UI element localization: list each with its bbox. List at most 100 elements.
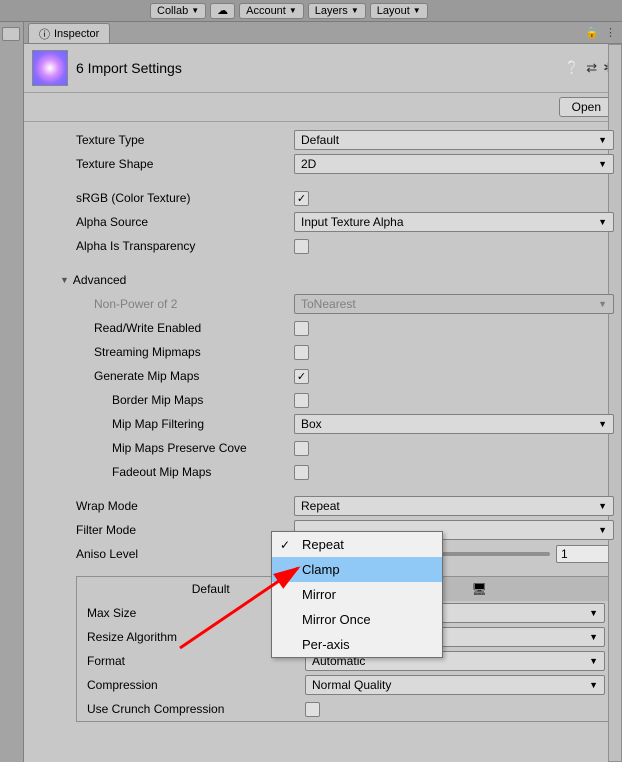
alpha-source-value: Input Texture Alpha <box>301 215 404 229</box>
account-button[interactable]: Account▼ <box>239 3 304 19</box>
preset-icon[interactable]: ⇄ <box>586 60 597 76</box>
account-label: Account <box>246 5 286 17</box>
tab-label: Inspector <box>54 28 99 40</box>
srgb-checkbox[interactable]: ✓ <box>294 191 309 206</box>
compression-select[interactable]: Normal Quality ▼ <box>305 675 605 695</box>
popup-item-label: Clamp <box>302 562 340 577</box>
readwrite-label: Read/Write Enabled <box>94 321 294 335</box>
toolbar: Collab▼ ☁ Account▼ Layers▼ Layout▼ <box>0 0 622 22</box>
alpha-trans-label: Alpha Is Transparency <box>76 239 294 253</box>
texture-shape-label: Texture Shape <box>76 157 294 171</box>
chevron-down-icon: ▼ <box>589 656 598 666</box>
popup-item-clamp[interactable]: Clamp <box>272 557 442 582</box>
layout-label: Layout <box>377 5 410 17</box>
cloud-icon: ☁ <box>217 4 228 17</box>
chevron-down-icon: ▼ <box>598 135 607 145</box>
advanced-foldout[interactable]: ▼ Advanced <box>24 268 622 292</box>
aniso-label: Aniso Level <box>76 547 294 561</box>
monitor-icon: 🖥 <box>472 582 487 596</box>
advanced-label: Advanced <box>73 273 126 287</box>
chevron-down-icon: ▼ <box>598 217 607 227</box>
streaming-checkbox[interactable] <box>294 345 309 360</box>
asset-header: 6 Import Settings ❔ ⇄ ✲ <box>24 44 622 93</box>
popup-item-per-axis[interactable]: Per-axis <box>272 632 442 657</box>
texture-shape-value: 2D <box>301 157 316 171</box>
chevron-down-icon: ▼ <box>598 419 607 429</box>
bordermip-label: Border Mip Maps <box>112 393 294 407</box>
compression-value: Normal Quality <box>312 678 391 692</box>
popup-item-label: Repeat <box>302 537 344 552</box>
wrap-value: Repeat <box>301 499 340 513</box>
fadeout-label: Fadeout Mip Maps <box>112 465 294 479</box>
tab-inspector[interactable]: ⓘ Inspector <box>28 23 110 43</box>
compression-label: Compression <box>87 678 305 692</box>
texture-type-select[interactable]: Default ▼ <box>294 130 614 150</box>
aniso-input[interactable]: 1 <box>556 545 614 563</box>
chevron-down-icon: ▼ <box>589 632 598 642</box>
readwrite-checkbox[interactable] <box>294 321 309 336</box>
mipfilter-label: Mip Map Filtering <box>112 417 294 431</box>
collab-button[interactable]: Collab▼ <box>150 3 206 19</box>
popup-item-label: Mirror Once <box>302 612 371 627</box>
npot-value: ToNearest <box>301 297 356 311</box>
chevron-down-icon: ▼ <box>598 159 607 169</box>
chevron-down-icon: ▼ <box>598 525 607 535</box>
alpha-trans-checkbox[interactable] <box>294 239 309 254</box>
genmip-label: Generate Mip Maps <box>94 369 294 383</box>
texture-type-value: Default <box>301 133 339 147</box>
crunch-label: Use Crunch Compression <box>87 702 305 716</box>
popup-item-mirror-once[interactable]: Mirror Once <box>272 607 442 632</box>
chevron-down-icon: ▼ <box>598 501 607 511</box>
help-icon[interactable]: ❔ <box>564 60 580 76</box>
gutter-widget[interactable] <box>2 27 20 41</box>
genmip-checkbox[interactable]: ✓ <box>294 369 309 384</box>
fadeout-checkbox[interactable] <box>294 465 309 480</box>
lock-icon[interactable]: 🔒 <box>585 26 599 39</box>
chevron-down-icon: ▼ <box>289 6 297 15</box>
wrap-select[interactable]: Repeat ▼ <box>294 496 614 516</box>
open-button[interactable]: Open <box>559 97 614 117</box>
left-gutter <box>0 22 24 762</box>
popup-item-mirror[interactable]: Mirror <box>272 582 442 607</box>
popup-item-repeat[interactable]: ✓ Repeat <box>272 532 442 557</box>
alpha-source-select[interactable]: Input Texture Alpha ▼ <box>294 212 614 232</box>
alpha-source-label: Alpha Source <box>76 215 294 229</box>
collab-label: Collab <box>157 5 188 17</box>
chevron-down-icon: ▼ <box>589 680 598 690</box>
popup-item-label: Per-axis <box>302 637 350 652</box>
streaming-label: Streaming Mipmaps <box>94 345 294 359</box>
npot-label: Non-Power of 2 <box>94 297 294 311</box>
chevron-down-icon: ▼ <box>598 299 607 309</box>
filter-label: Filter Mode <box>76 523 294 537</box>
mipfilter-select[interactable]: Box ▼ <box>294 414 614 434</box>
tabstrip: ⓘ Inspector 🔒 ⋮ <box>24 22 622 44</box>
chevron-down-icon: ▼ <box>191 6 199 15</box>
crunch-checkbox[interactable] <box>305 702 320 717</box>
wrap-label: Wrap Mode <box>76 499 294 513</box>
info-icon: ⓘ <box>39 26 50 42</box>
scrollbar[interactable] <box>608 44 622 762</box>
layers-label: Layers <box>315 5 348 17</box>
chevron-down-icon: ▼ <box>589 608 598 618</box>
srgb-label: sRGB (Color Texture) <box>76 191 294 205</box>
mipfilter-value: Box <box>301 417 322 431</box>
chevron-down-icon: ▼ <box>351 6 359 15</box>
layers-button[interactable]: Layers▼ <box>308 3 366 19</box>
cloud-button[interactable]: ☁ <box>210 3 235 19</box>
mippreserve-label: Mip Maps Preserve Cove <box>112 441 294 455</box>
npot-select: ToNearest ▼ <box>294 294 614 314</box>
mippreserve-checkbox[interactable] <box>294 441 309 456</box>
texture-type-label: Texture Type <box>76 133 294 147</box>
check-icon: ✓ <box>280 538 290 552</box>
chevron-down-icon: ▼ <box>413 6 421 15</box>
scrollbar-thumb[interactable] <box>608 44 622 762</box>
bordermip-checkbox[interactable] <box>294 393 309 408</box>
triangle-down-icon: ▼ <box>60 275 69 285</box>
asset-thumbnail <box>32 50 68 86</box>
popup-item-label: Mirror <box>302 587 336 602</box>
panel-menu-icon[interactable]: ⋮ <box>605 26 616 39</box>
layout-button[interactable]: Layout▼ <box>370 3 428 19</box>
texture-shape-select[interactable]: 2D ▼ <box>294 154 614 174</box>
wrap-mode-popup: ✓ Repeat Clamp Mirror Mirror Once Per-axi… <box>271 531 443 658</box>
asset-title: 6 Import Settings <box>76 60 564 76</box>
